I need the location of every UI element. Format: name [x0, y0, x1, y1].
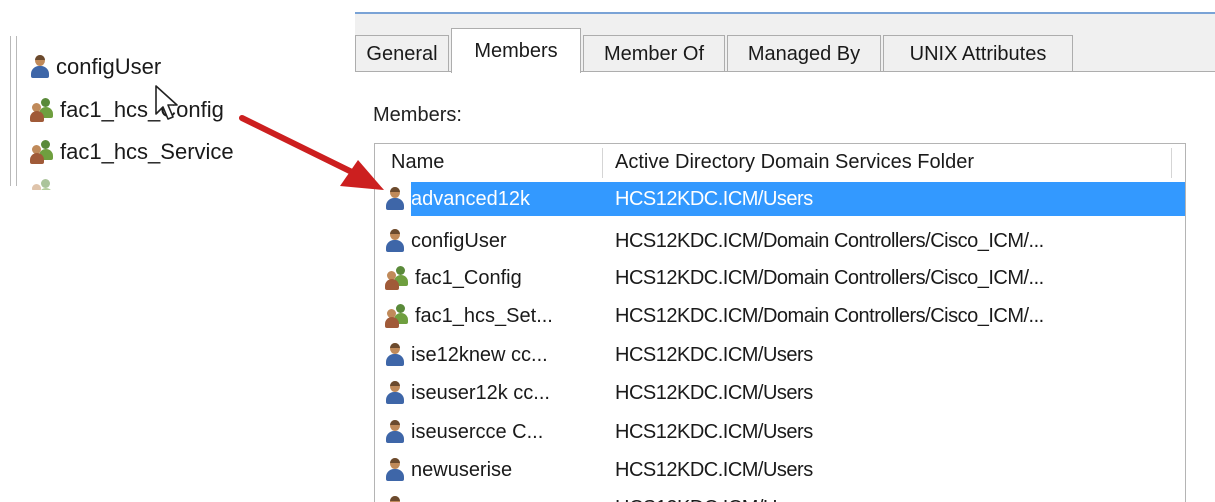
user-icon: [385, 496, 405, 502]
name-cell: ise12knew cc...: [385, 338, 548, 372]
member-name: iseusercce C...: [411, 420, 544, 443]
name-cell: newuserise: [385, 453, 512, 487]
name-cell: iseuser12k cc...: [385, 376, 550, 410]
member-name: advanced12k: [411, 187, 530, 210]
member-name: fac1_hcs_Set...: [415, 304, 553, 327]
tab-label: UNIX Attributes: [909, 42, 1047, 65]
dialog-top-area: [355, 0, 1215, 12]
tab-unix-attributes[interactable]: UNIX Attributes: [883, 35, 1073, 72]
tab-label: Members: [474, 39, 558, 62]
list-item[interactable]: configUser HCS12KDC.ICM/Domain Controlle…: [375, 224, 1185, 258]
member-name: newuserise: [411, 458, 513, 481]
name-cell: fac1_hcs_Set...: [385, 299, 553, 333]
member-folder: HCS12KDC.ICM/Domain Controllers/Cisco_IC…: [615, 229, 1044, 252]
member-name: ise12knew cc...: [411, 343, 548, 366]
list-header: Name Active Directory Domain Services Fo…: [375, 144, 1185, 180]
list-item[interactable]: fac1_hcs_Set... HCS12KDC.ICM/Domain Cont…: [375, 299, 1185, 333]
user-icon: [385, 229, 405, 253]
member-folder: HCS12KDC.ICM/Users: [615, 458, 813, 481]
member-folder: HCS12KDC.ICM/Users: [615, 381, 813, 404]
annotation-arrow-icon: [239, 115, 384, 190]
group-icon: [385, 304, 409, 328]
name-cell: iseusercce C...: [385, 415, 543, 449]
members-list[interactable]: Name Active Directory Domain Services Fo…: [374, 143, 1186, 502]
properties-dialog: General Members Member Of Managed By UNI…: [355, 0, 1215, 502]
list-item[interactable]: fac1_Config HCS12KDC.ICM/Domain Controll…: [375, 261, 1185, 295]
column-separator[interactable]: [1171, 148, 1172, 178]
member-folder: HCS12KDC.ICM/Users: [615, 420, 813, 443]
user-icon: [385, 420, 405, 444]
list-item[interactable]: HCS12KDC.ICM/Users: [375, 491, 1185, 502]
member-folder: HCS12KDC.ICM/Users: [615, 343, 813, 366]
member-folder: HCS12KDC.ICM/Users: [615, 491, 813, 502]
member-folder: HCS12KDC.ICM/Domain Controllers/Cisco_IC…: [615, 304, 1044, 327]
member-name: iseuser12k cc...: [411, 381, 550, 404]
column-separator[interactable]: [602, 148, 603, 178]
name-cell: fac1_Config: [385, 261, 522, 295]
tab-members[interactable]: Members: [451, 28, 581, 73]
tab-label: Managed By: [747, 42, 861, 65]
member-name: fac1_Config: [415, 266, 522, 289]
member-folder: HCS12KDC.ICM/Users: [615, 187, 813, 210]
list-item[interactable]: iseuser12k cc... HCS12KDC.ICM/Users: [375, 376, 1185, 410]
list-item[interactable]: ise12knew cc... HCS12KDC.ICM/Users: [375, 338, 1185, 372]
tab-member-of[interactable]: Member Of: [583, 35, 725, 72]
group-icon: [385, 266, 409, 290]
tab-managed-by[interactable]: Managed By: [727, 35, 881, 72]
list-item[interactable]: newuserise HCS12KDC.ICM/Users: [375, 453, 1185, 487]
dialog-title-border: [355, 12, 1215, 14]
user-icon: [385, 381, 405, 405]
user-icon: [385, 343, 405, 367]
member-name: configUser: [411, 229, 507, 252]
user-icon: [385, 458, 405, 482]
tab-label: Member Of: [603, 42, 705, 65]
member-folder: HCS12KDC.ICM/Domain Controllers/Cisco_IC…: [615, 266, 1044, 289]
list-item[interactable]: advanced12k HCS12KDC.ICM/Users: [375, 182, 1185, 216]
name-cell: [385, 491, 411, 502]
list-item[interactable]: iseusercce C... HCS12KDC.ICM/Users: [375, 415, 1185, 449]
column-header-folder[interactable]: Active Directory Domain Services Folder: [615, 144, 974, 180]
